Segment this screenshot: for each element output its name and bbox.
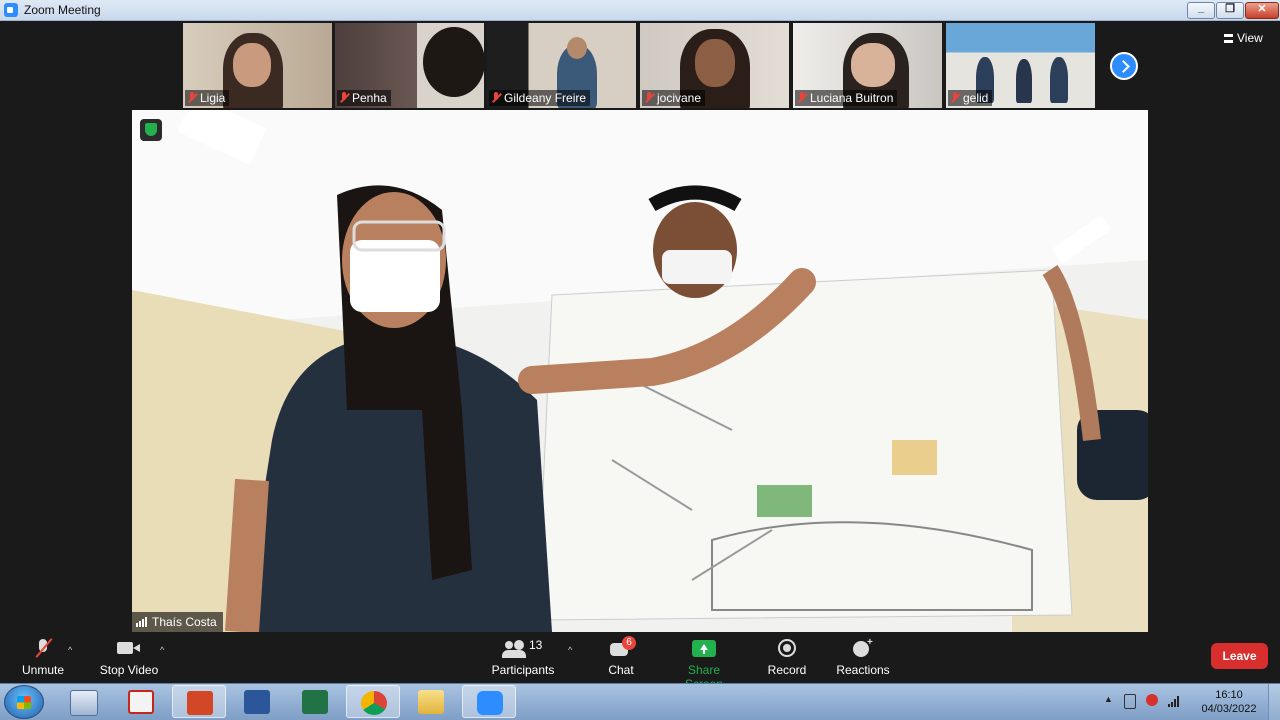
start-button[interactable]	[4, 685, 44, 719]
close-button[interactable]: ✕	[1245, 2, 1279, 19]
encryption-shield-icon[interactable]	[140, 119, 162, 141]
windows-taskbar: ▲ 16:10 04/03/2022	[0, 683, 1280, 720]
show-desktop-button[interactable]	[1268, 684, 1280, 720]
view-button[interactable]: View	[1224, 31, 1263, 45]
participant-tile[interactable]: jocivane	[640, 23, 789, 108]
muted-mic-icon	[32, 637, 54, 659]
chat-icon: 6	[609, 636, 636, 659]
taskbar-app-powerpoint[interactable]	[172, 685, 226, 718]
leave-button[interactable]: Leave	[1211, 643, 1268, 669]
system-clock[interactable]: 16:10 04/03/2022	[1196, 688, 1262, 716]
participants-icon: 13	[501, 637, 545, 659]
taskbar-app-pdf[interactable]	[114, 685, 168, 718]
calculator-icon	[70, 690, 98, 716]
powerpoint-icon	[187, 691, 213, 715]
muted-mic-icon	[339, 92, 349, 104]
taskbar-app-calculator[interactable]	[56, 685, 110, 718]
muted-mic-icon	[644, 92, 654, 104]
restore-button[interactable]: ❐	[1216, 2, 1244, 19]
video-options-caret[interactable]: ^	[160, 645, 164, 655]
participant-name-tag: gelid	[948, 90, 993, 106]
video-frame	[132, 110, 1148, 632]
device-icon[interactable]	[1124, 694, 1136, 709]
participant-name-tag: jocivane	[642, 90, 706, 106]
unmute-button[interactable]: Unmute	[14, 637, 72, 677]
volume-muted-icon[interactable]	[1146, 694, 1158, 706]
participants-count: 13	[529, 638, 543, 652]
record-icon	[777, 637, 797, 659]
excel-icon	[302, 690, 328, 714]
audio-options-caret[interactable]: ^	[68, 645, 72, 655]
participant-tile[interactable]: gelid	[946, 23, 1095, 108]
participants-button[interactable]: 13 Participants	[490, 637, 556, 677]
muted-mic-icon	[797, 92, 807, 104]
window-title: Zoom Meeting	[24, 3, 101, 17]
participant-name-tag: Penha	[337, 90, 391, 106]
next-page-icon[interactable]	[1110, 52, 1138, 80]
zoom-icon	[477, 691, 503, 715]
taskbar-app-chrome[interactable]	[346, 685, 400, 718]
participant-name-tag: Gildeany Freire	[489, 90, 591, 106]
taskbar-app-excel[interactable]	[288, 685, 342, 718]
participant-tile[interactable]: Gildeany Freire	[487, 23, 636, 108]
network-icon[interactable]	[1168, 696, 1179, 707]
stop-video-button[interactable]: Stop Video	[99, 637, 159, 677]
share-screen-icon	[692, 637, 716, 659]
speaker-name-tag: Thaís Costa	[132, 612, 223, 632]
minimize-button[interactable]: _	[1187, 2, 1215, 19]
participant-tile[interactable]: Ligia	[183, 23, 332, 108]
word-icon	[244, 690, 270, 714]
video-camera-icon	[117, 637, 141, 659]
participant-name-tag: Luciana Buitron	[795, 90, 898, 106]
meeting-area: Ligia Penha Gildeany Freire jocivane Luc…	[0, 21, 1280, 633]
smiley-plus-icon: +	[852, 637, 874, 659]
chat-button[interactable]: 6 Chat	[601, 636, 641, 677]
taskbar-app-explorer[interactable]	[404, 685, 458, 718]
zoom-app-icon	[4, 3, 18, 17]
participant-name-tag: Ligia	[185, 90, 230, 106]
view-grid-icon	[1224, 33, 1233, 43]
reactions-button[interactable]: + Reactions	[836, 637, 890, 677]
chrome-icon	[361, 691, 387, 715]
participant-tile[interactable]: Penha	[335, 23, 484, 108]
participant-tile[interactable]: Luciana Buitron	[793, 23, 942, 108]
folder-icon	[418, 690, 444, 714]
taskbar-app-word[interactable]	[230, 685, 284, 718]
window-titlebar: Zoom Meeting _ ❐ ✕	[0, 0, 1280, 21]
show-hidden-icons-icon[interactable]: ▲	[1104, 694, 1113, 704]
muted-mic-icon	[491, 92, 501, 104]
participants-options-caret[interactable]: ^	[568, 645, 572, 655]
taskbar-app-zoom[interactable]	[462, 685, 516, 718]
muted-mic-icon	[187, 92, 197, 104]
muted-mic-icon	[950, 92, 960, 104]
pdf-icon	[128, 690, 154, 714]
chat-unread-badge: 6	[622, 636, 636, 650]
meeting-controls-toolbar: Unmute ^ Stop Video ^ 13 Participants ^ …	[0, 633, 1280, 691]
main-speaker-video: Thaís Costa	[132, 110, 1148, 632]
record-button[interactable]: Record	[766, 637, 808, 677]
signal-strength-icon	[136, 617, 147, 627]
